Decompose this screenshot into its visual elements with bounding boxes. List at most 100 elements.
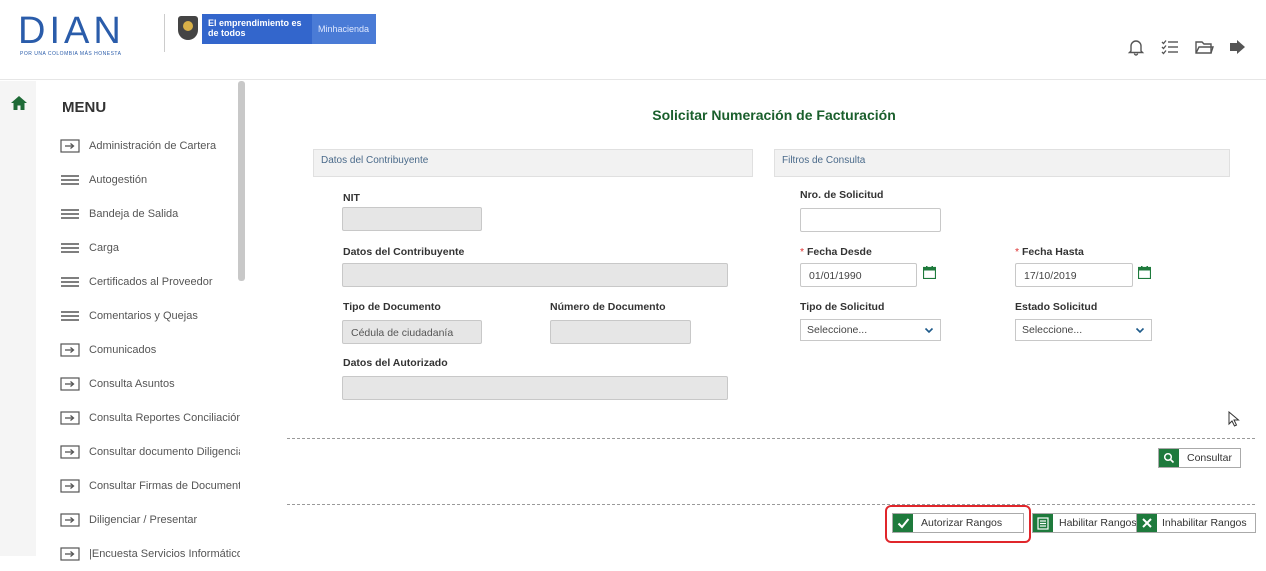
sidebar-item-label: Autogestión [89,174,148,186]
gov-secondary-text: Minhacienda [312,14,376,44]
sidebar-item[interactable]: Consulta Asuntos [60,367,240,401]
fecha-hasta-label: * Fecha Hasta [1015,246,1084,258]
list-check-icon [1033,514,1053,532]
enter-icon [60,139,80,153]
sidebar-item[interactable]: Diligenciar / Presentar [60,503,240,537]
sidebar-item[interactable]: Consulta Reportes Conciliación F [60,401,240,435]
nro-solicitud-label: Nro. de Solicitud [800,189,884,201]
tipo-solicitud-value: Seleccione... [807,324,868,336]
mouse-cursor-icon [1228,410,1240,427]
search-icon [1159,449,1179,467]
tipo-documento-label: Tipo de Documento [343,301,441,313]
enter-icon [60,411,80,425]
enter-icon [60,377,80,391]
sidebar-item-label: |Encuesta Servicios Informático E [89,548,240,560]
gov-primary-text: El emprendimiento es de todos [202,14,312,44]
sidebar-item-label: Consulta Reportes Conciliación F [89,412,240,424]
sidebar-item-label: Administración de Cartera [89,140,217,152]
dian-logo-word: DIAN [18,10,125,52]
estado-solicitud-label: Estado Solicitud [1015,301,1098,313]
sidebar-item-label: Consulta Asuntos [89,378,175,390]
tipo-solicitud-select[interactable]: Seleccione... [800,319,941,341]
numero-documento-field [550,320,691,344]
bell-icon[interactable] [1126,38,1146,56]
home-icon[interactable] [10,95,28,111]
close-icon [1137,514,1157,532]
logo-divider [164,14,165,52]
tipo-solicitud-label: Tipo de Solicitud [800,301,885,313]
sidebar-item[interactable]: |Encuesta Servicios Informático E [60,537,240,571]
page-title: Solicitar Numeración de Facturación [652,107,896,123]
divider [287,438,1255,439]
list-icon [60,207,80,221]
sidebar-item-label: Comentarios y Quejas [89,310,198,322]
enter-icon [60,479,80,493]
consultar-button[interactable]: Consultar [1158,448,1241,468]
sidebar-item-label: Comunicados [89,344,157,356]
sidebar-item[interactable]: Consultar documento Diligenciad [60,435,240,469]
sidebar-item-label: Consultar documento Diligenciad [89,446,240,458]
estado-solicitud-select[interactable]: Seleccione... [1015,319,1152,341]
nit-field [342,207,482,231]
datos-contribuyente-field [342,263,728,287]
consultar-label: Consultar [1187,452,1232,464]
required-marker: * [1015,246,1020,258]
required-marker: * [800,246,805,258]
sidebar-item[interactable]: Consultar Firmas de Documento [60,469,240,503]
chevron-down-icon [924,325,934,335]
datos-autorizado-label: Datos del Autorizado [343,357,448,369]
coat-of-arms-icon [178,16,198,40]
menu-list: Administración de Cartera Autogestión Band… [60,129,240,571]
estado-solicitud-value: Seleccione... [1022,324,1083,336]
fecha-hasta-input[interactable]: 17/10/2019 [1015,263,1133,287]
sidebar-item-label: Bandeja de Salida [89,208,179,220]
list-icon [60,173,80,187]
enter-icon [60,513,80,527]
datos-contribuyente-label: Datos del Contribuyente [343,246,465,258]
nit-label: NIT [343,192,360,204]
checklist-icon[interactable] [1160,38,1180,56]
sidebar-item[interactable]: Administración de Cartera [60,129,240,163]
dian-logo-tagline: POR UNA COLOMBIA MÁS HONESTA [20,51,122,57]
enter-icon [60,343,80,357]
sidebar: MENU Administración de Cartera Autogestió… [0,81,246,561]
dian-logo: DIAN POR UNA COLOMBIA MÁS HONESTA [18,10,153,57]
government-banner: El emprendimiento es de todos Minhaciend… [202,14,376,44]
calendar-icon[interactable] [922,266,937,280]
list-icon [60,241,80,255]
menu-title: MENU [62,99,107,116]
fecha-hasta-label-text: Fecha Hasta [1022,246,1084,258]
logout-icon[interactable] [1228,38,1248,56]
fecha-desde-label-text: Fecha Desde [807,246,872,258]
list-icon [60,275,80,289]
habilitar-rangos-label: Habilitar Rangos [1059,517,1137,529]
sidebar-item[interactable]: Carga [60,231,240,265]
sidebar-item-label: Carga [89,242,119,254]
enter-icon [60,445,80,459]
folder-icon[interactable] [1194,38,1214,56]
inhabilitar-rangos-button[interactable]: Inhabilitar Rangos [1136,513,1256,533]
chevron-down-icon [1135,325,1145,335]
sidebar-item[interactable]: Certificados al Proveedor [60,265,240,299]
top-actions [1126,38,1248,56]
inhabilitar-rangos-label: Inhabilitar Rangos [1162,517,1247,529]
sidebar-item[interactable]: Comentarios y Quejas [60,299,240,333]
sidebar-item-label: Certificados al Proveedor [89,276,213,288]
calendar-icon[interactable] [1137,266,1152,280]
sidebar-scrollbar[interactable] [238,81,245,281]
sidebar-item[interactable]: Bandeja de Salida [60,197,240,231]
sidebar-item-label: Consultar Firmas de Documento [89,480,240,492]
sidebar-item-label: Diligenciar / Presentar [89,514,198,526]
nro-solicitud-input[interactable] [800,208,941,232]
sidebar-item[interactable]: Comunicados [60,333,240,367]
sidebar-rail [0,81,36,556]
sidebar-item[interactable]: Autogestión [60,163,240,197]
divider [287,504,1255,505]
main-content: Solicitar Numeración de Facturación Dato… [247,81,1266,556]
section-header-filtros: Filtros de Consulta [774,149,1230,177]
datos-autorizado-field [342,376,728,400]
habilitar-rangos-button[interactable]: Habilitar Rangos [1032,513,1146,533]
fecha-desde-input[interactable]: 01/01/1990 [800,263,917,287]
fecha-desde-label: * Fecha Desde [800,246,872,258]
numero-documento-label: Número de Documento [550,301,666,313]
